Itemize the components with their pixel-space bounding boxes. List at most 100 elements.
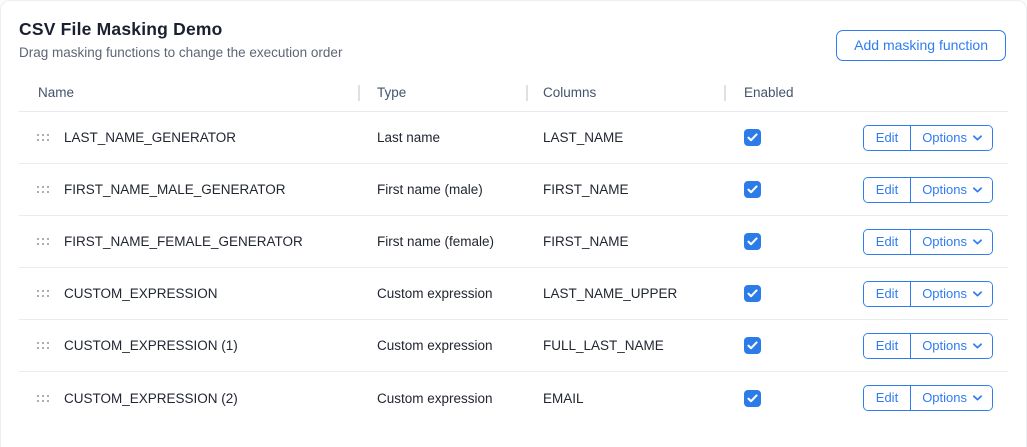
chevron-down-icon (973, 342, 982, 348)
row-actions-group: Edit Options (862, 228, 993, 255)
enabled-cell (724, 181, 856, 198)
checkmark-icon (747, 185, 758, 194)
chevron-down-icon (973, 186, 982, 192)
column-header-type: Type (358, 74, 526, 111)
drag-handle-icon[interactable] (37, 130, 49, 145)
table-header-row: Name Type Columns Enabled (19, 74, 1008, 112)
column-header-enabled: Enabled (724, 74, 856, 111)
function-name: FIRST_NAME_FEMALE_GENERATOR (64, 234, 303, 249)
actions-cell: Edit Options (856, 176, 1008, 203)
edit-button[interactable]: Edit (863, 125, 911, 150)
checkmark-icon (747, 133, 758, 142)
table-row: LAST_NAME_GENERATOR Last name LAST_NAME … (19, 112, 1008, 164)
page-title: CSV File Masking Demo (19, 19, 223, 39)
chevron-down-icon (973, 395, 982, 401)
enabled-checkbox[interactable] (744, 129, 761, 146)
actions-cell: Edit Options (856, 228, 1008, 255)
function-type: First name (female) (377, 234, 495, 249)
options-button-label: Options (922, 129, 967, 145)
name-cell: CUSTOM_EXPRESSION (2) (19, 391, 358, 406)
actions-cell: Edit Options (856, 332, 1008, 359)
checkmark-icon (747, 237, 758, 246)
function-name: CUSTOM_EXPRESSION (64, 286, 218, 301)
options-button-label: Options (922, 285, 967, 301)
options-button-label: Options (922, 181, 967, 197)
checkmark-icon (747, 393, 758, 402)
chevron-down-icon (973, 134, 982, 140)
options-button[interactable]: Options (910, 125, 992, 150)
enabled-checkbox[interactable] (744, 337, 761, 354)
checkmark-icon (747, 289, 758, 298)
options-button[interactable]: Options (910, 386, 992, 410)
drag-handle-icon[interactable] (37, 182, 49, 197)
row-actions-group: Edit Options (862, 124, 993, 151)
drag-handle-icon[interactable] (37, 391, 49, 406)
enabled-checkbox[interactable] (744, 181, 761, 198)
enabled-cell (724, 233, 856, 250)
row-actions-group: Edit Options (862, 385, 993, 411)
options-button[interactable]: Options (910, 281, 992, 306)
table-row: CUSTOM_EXPRESSION (1) Custom expression … (19, 320, 1008, 372)
column-header-columns: Columns (526, 74, 724, 111)
function-columns: EMAIL (543, 390, 584, 406)
title-block: CSV File Masking Demo Drag masking funct… (19, 19, 342, 60)
name-cell: CUSTOM_EXPRESSION (1) (19, 338, 358, 353)
options-button[interactable]: Options (910, 229, 992, 254)
function-columns: FIRST_NAME (543, 182, 629, 197)
options-button[interactable]: Options (910, 177, 992, 202)
row-actions-group: Edit Options (862, 332, 993, 359)
column-header-name: Name (38, 85, 75, 100)
column-header-actions (856, 74, 1008, 111)
function-type: Custom expression (377, 390, 493, 406)
drag-handle-icon[interactable] (37, 286, 49, 301)
table-body: LAST_NAME_GENERATOR Last name LAST_NAME … (19, 112, 1008, 424)
function-name: CUSTOM_EXPRESSION (2) (64, 390, 238, 406)
page-subtitle: Drag masking functions to change the exe… (19, 45, 343, 60)
masking-functions-table: Name Type Columns Enabled LAST_NAME_GENE… (19, 74, 1008, 424)
options-button[interactable]: Options (910, 333, 992, 358)
function-type: Last name (377, 130, 441, 145)
edit-button[interactable]: Edit (863, 177, 911, 202)
drag-handle-icon[interactable] (37, 338, 49, 353)
function-name: FIRST_NAME_MALE_GENERATOR (64, 182, 286, 197)
enabled-cell (724, 129, 856, 146)
actions-cell: Edit Options (856, 385, 1008, 411)
function-type: Custom expression (377, 286, 493, 301)
name-cell: FIRST_NAME_FEMALE_GENERATOR (19, 234, 358, 249)
edit-button[interactable]: Edit (863, 386, 911, 410)
panel-header: CSV File Masking Demo Drag masking funct… (19, 1, 1008, 61)
enabled-checkbox[interactable] (744, 233, 761, 250)
function-type: First name (male) (377, 182, 483, 197)
function-name: LAST_NAME_GENERATOR (64, 130, 237, 145)
csv-masking-panel: CSV File Masking Demo Drag masking funct… (0, 0, 1027, 447)
name-cell: FIRST_NAME_MALE_GENERATOR (19, 182, 358, 197)
enabled-checkbox[interactable] (744, 285, 761, 302)
actions-cell: Edit Options (856, 280, 1008, 307)
options-button-label: Options (922, 390, 967, 405)
function-columns: LAST_NAME (543, 130, 624, 145)
table-row: FIRST_NAME_MALE_GENERATOR First name (ma… (19, 164, 1008, 216)
row-actions-group: Edit Options (862, 280, 993, 307)
name-cell: CUSTOM_EXPRESSION (19, 286, 358, 301)
chevron-down-icon (973, 290, 982, 296)
add-masking-function-button[interactable]: Add masking function (836, 30, 1006, 61)
function-columns: LAST_NAME_UPPER (543, 286, 678, 301)
enabled-cell (724, 337, 856, 354)
row-actions-group: Edit Options (862, 176, 993, 203)
chevron-down-icon (973, 238, 982, 244)
enabled-checkbox[interactable] (744, 389, 761, 407)
edit-button[interactable]: Edit (863, 281, 911, 306)
function-columns: FULL_LAST_NAME (543, 338, 664, 353)
function-type: Custom expression (377, 338, 493, 353)
function-name: CUSTOM_EXPRESSION (1) (64, 338, 238, 353)
function-columns: FIRST_NAME (543, 234, 629, 249)
enabled-cell (724, 389, 856, 407)
enabled-cell (724, 285, 856, 302)
name-cell: LAST_NAME_GENERATOR (19, 130, 358, 145)
drag-handle-icon[interactable] (37, 234, 49, 249)
options-button-label: Options (922, 233, 967, 249)
edit-button[interactable]: Edit (863, 333, 911, 358)
options-button-label: Options (922, 337, 967, 353)
edit-button[interactable]: Edit (863, 229, 911, 254)
table-row: CUSTOM_EXPRESSION Custom expression LAST… (19, 268, 1008, 320)
